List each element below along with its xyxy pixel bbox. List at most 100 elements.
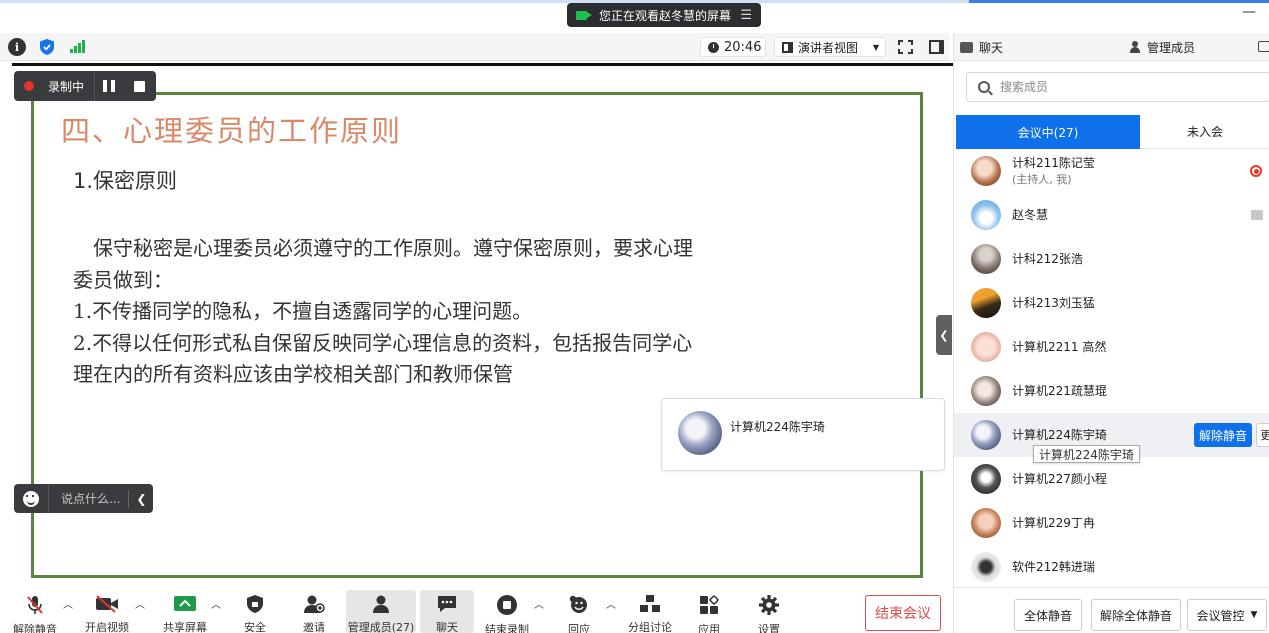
divider (48, 484, 49, 513)
network-signal-icon[interactable] (68, 38, 86, 56)
member-name: 计算机221疏慧琨 (1012, 384, 1107, 398)
screen-share-notice[interactable]: 您正在观看赵冬慧的屏幕 ☰ (567, 3, 761, 27)
slide-body: 保守秘密是心理委员必须遵守的工作原则。遵守保密原则，要求心理 委员做到： 1.不… (73, 233, 823, 391)
tab-manage-members[interactable]: 管理成员 (1129, 33, 1195, 61)
member-row[interactable]: 软件212韩进瑞 (954, 545, 1269, 587)
toolbar-label: 管理成员(27) (347, 621, 415, 633)
member-unmute-button[interactable]: 解除静音 (1194, 423, 1252, 447)
member-row[interactable]: 计科212张浩 (954, 237, 1269, 281)
slide-body-line: 保守秘密是心理委员必须遵守的工作原则。遵守保密原则，要求心理 (73, 236, 693, 260)
member-row[interactable]: 计算机2211 高然 (954, 325, 1269, 369)
screen-share-icon (1251, 210, 1263, 220)
clock-icon (708, 41, 719, 53)
start-video-button[interactable]: 开启视频 (83, 590, 131, 633)
panel-collapse-handle[interactable]: ❮ (936, 315, 952, 355)
end-meeting-button[interactable]: 结束会议 (865, 595, 941, 631)
meeting-window: 您正在观看赵冬慧的屏幕 ☰ — i 20:46 演讲者视图 ▼ 四、心理委员的工… (0, 0, 1269, 633)
active-speaker-video[interactable]: 计算机224陈宇琦 (661, 398, 945, 471)
member-row[interactable]: 计算机229丁冉 (954, 501, 1269, 545)
divider (94, 71, 96, 101)
member-row[interactable]: 计科211陈记莹 (主持人, 我) (954, 149, 1269, 193)
tab-not-joined[interactable]: 未入会 (1140, 115, 1269, 149)
member-row[interactable]: 计算机227颜小程 (954, 457, 1269, 501)
member-more-button[interactable]: 更 (1256, 423, 1269, 447)
toolbar-label: 结束录制 (485, 623, 529, 633)
member-row[interactable]: 赵冬慧 (954, 193, 1269, 237)
chevron-up-icon[interactable]: ︿ (534, 596, 544, 611)
emoji-icon[interactable] (23, 490, 39, 507)
info-icon[interactable]: i (8, 38, 26, 56)
bottom-toolbar: 解除静音 ︿ 开启视频 ︿ 共享屏幕 ︿ 安全 邀请 管理成员(27) 聊天 结… (0, 590, 952, 633)
avatar (971, 200, 1001, 230)
caret-down-icon: ▼ (872, 42, 879, 52)
tab-in-meeting[interactable]: 会议中(27) (956, 115, 1140, 149)
quick-reaction-bar: 说点什么... ❮ (14, 484, 153, 513)
toolbar-label: 共享屏幕 (163, 621, 207, 633)
search-input[interactable] (1000, 80, 1260, 94)
caret-down-icon: ▼ (1250, 610, 1258, 620)
chevron-left-icon[interactable]: ❮ (136, 492, 146, 506)
manage-members-icon (369, 594, 393, 614)
chat-button[interactable]: 聊天 (420, 590, 474, 633)
fullscreen-icon[interactable] (898, 40, 913, 54)
chevron-up-icon[interactable]: ︿ (135, 596, 145, 611)
breakout-button[interactable]: 分组讨论 (626, 590, 674, 633)
avatar (971, 288, 1001, 318)
apps-icon (697, 594, 721, 616)
slide-body-line: 2.不得以任何形式私自保留反映同学心理信息的资料，包括报告同学心 (73, 330, 693, 355)
member-name: 计算机2211 高然 (1012, 340, 1107, 354)
stop-recording-icon[interactable] (134, 80, 146, 92)
settings-icon (757, 594, 781, 616)
meeting-control-dropdown[interactable]: 会议管控 ▼ (1187, 599, 1267, 631)
layout-toggle-icon[interactable] (929, 40, 944, 54)
unmute-all-button[interactable]: 解除全体静音 (1091, 599, 1181, 631)
toolbar-label: 解除静音 (13, 623, 57, 633)
chevron-up-icon[interactable]: ︿ (63, 596, 73, 611)
slide-body-line: 1.不传播同学的隐私，不擅自透露同学的心理问题。 (73, 299, 533, 323)
share-screen-button[interactable]: 共享屏幕 (160, 590, 210, 633)
chevron-up-icon[interactable]: ︿ (606, 596, 616, 611)
camera-icon (576, 10, 592, 20)
member-role: (主持人, 我) (1012, 172, 1072, 186)
member-row[interactable]: 计科213刘玉猛 (954, 281, 1269, 325)
toolbar-label: 回应 (568, 623, 590, 633)
security-shield-icon[interactable] (38, 38, 56, 56)
quick-message-input[interactable]: 说点什么... (61, 490, 120, 507)
member-name-tooltip: 计算机224陈宇琦 (1033, 445, 1140, 463)
meeting-control-label: 会议管控 (1196, 608, 1245, 623)
slide-subtitle: 1.保密原则 (73, 169, 178, 193)
minimize-button[interactable]: — (1242, 4, 1256, 20)
toolbar-label: 应用 (698, 623, 720, 633)
slide-body-line: 理在内的所有资料应该由学校相关部门和教师保管 (73, 362, 513, 386)
chevron-up-icon[interactable]: ︿ (211, 596, 221, 611)
manage-members-button[interactable]: 管理成员(27) (346, 590, 416, 633)
apps-button[interactable]: 应用 (690, 590, 728, 633)
member-name: 计算机224陈宇琦 (1012, 428, 1107, 442)
member-row[interactable]: 计算机221疏慧琨 (954, 369, 1269, 413)
avatar (971, 156, 1001, 186)
stop-recording-button[interactable]: 结束录制 (484, 590, 530, 633)
shared-screen-top-edge (12, 63, 953, 66)
slide-body-line: 委员做到： (73, 267, 173, 292)
tab-members-label: 管理成员 (1147, 40, 1196, 55)
view-mode-dropdown[interactable]: 演讲者视图 ▼ (774, 37, 886, 57)
pause-recording-icon[interactable] (103, 80, 116, 92)
slide-title: 四、心理委员的工作原则 (61, 114, 403, 148)
menu-icon[interactable]: ☰ (740, 8, 752, 23)
member-search[interactable] (966, 72, 1269, 102)
recording-controls: 录制中 (14, 71, 156, 101)
member-name: 软件212韩进瑞 (1012, 560, 1095, 574)
invite-button[interactable]: 邀请 (295, 590, 333, 633)
reaction-button[interactable]: 回应 (560, 590, 598, 633)
settings-button[interactable]: 设置 (750, 590, 788, 633)
member-name: 计算机227颜小程 (1012, 472, 1107, 486)
mute-all-button[interactable]: 全体静音 (1014, 599, 1082, 631)
avatar (678, 411, 722, 455)
recording-dot-icon (24, 81, 34, 91)
tab-chat[interactable]: 聊天 (960, 33, 1003, 61)
unmute-button[interactable]: 解除静音 (11, 590, 59, 633)
shield-icon (243, 594, 267, 614)
member-name: 计算机229丁冉 (1012, 516, 1095, 530)
security-button[interactable]: 安全 (236, 590, 274, 633)
popout-icon[interactable] (1258, 41, 1269, 52)
